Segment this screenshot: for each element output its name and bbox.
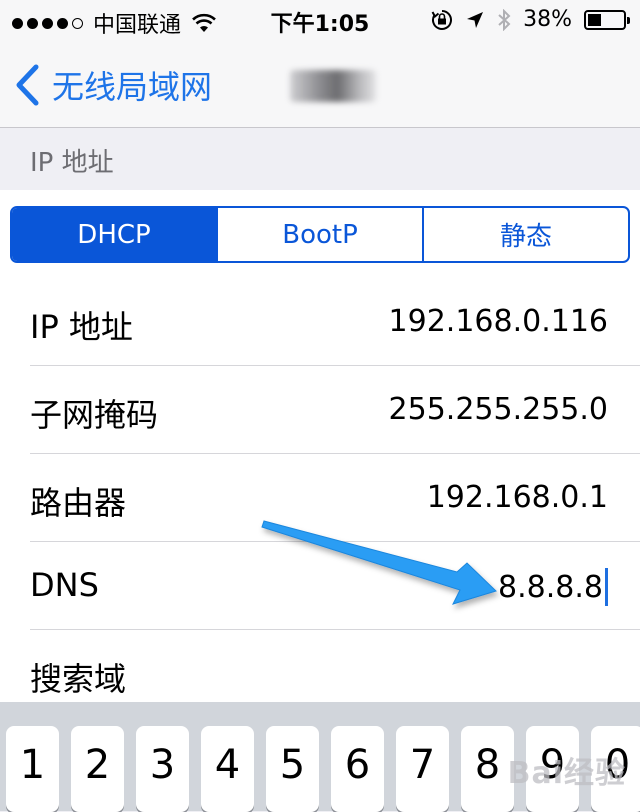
row-ip-address[interactable]: IP 地址 192.168.0.116	[0, 278, 640, 366]
key-7[interactable]: 7	[396, 726, 449, 812]
status-bar: 中国联通 下午1:05 38%	[0, 0, 640, 40]
row-subnet-mask[interactable]: 子网掩码 255.255.255.0	[0, 366, 640, 454]
network-name-blurred	[290, 70, 376, 102]
router-label: 路由器	[30, 484, 127, 522]
dns-label: DNS	[30, 566, 99, 604]
ip-mode-segmented-control: DHCP BootP 静态	[10, 206, 630, 263]
router-value: 192.168.0.1	[426, 480, 608, 515]
dns-field[interactable]: 8.8.8.8	[498, 568, 608, 606]
navigation-bar: 无线局域网	[0, 40, 640, 128]
key-2[interactable]: 2	[71, 726, 124, 812]
watermark: Bai经验	[507, 756, 626, 791]
numeric-keyboard: 1234567890 Bai经验	[0, 702, 640, 812]
chevron-left-icon	[16, 64, 39, 106]
key-6[interactable]: 6	[331, 726, 384, 812]
battery-level	[588, 13, 601, 26]
section-header-ip: IP 地址	[30, 148, 114, 178]
bluetooth-icon	[498, 8, 511, 31]
row-router[interactable]: 路由器 192.168.0.1	[0, 454, 640, 542]
ip-mode-panel: DHCP BootP 静态	[0, 190, 640, 278]
text-cursor	[605, 568, 608, 606]
subnet-mask-label: 子网掩码	[30, 396, 159, 434]
ip-details-list: IP 地址 192.168.0.116 子网掩码 255.255.255.0 路…	[0, 278, 640, 718]
search-domain-label: 搜索域	[30, 660, 127, 698]
segment-bootp[interactable]: BootP	[216, 208, 422, 261]
row-dns[interactable]: DNS 8.8.8.8	[0, 542, 640, 630]
battery-icon	[584, 9, 630, 30]
back-button[interactable]: 无线局域网	[14, 62, 212, 108]
key-1[interactable]: 1	[6, 726, 59, 812]
segment-dhcp[interactable]: DHCP	[12, 208, 216, 261]
back-button-label: 无线局域网	[52, 68, 213, 106]
key-5[interactable]: 5	[266, 726, 319, 812]
ip-address-label: IP 地址	[30, 308, 133, 346]
signal-dots-icon	[12, 17, 83, 29]
battery-percent: 38%	[523, 7, 572, 32]
key-8[interactable]: 8	[461, 726, 514, 812]
location-arrow-icon	[467, 11, 484, 28]
key-3[interactable]: 3	[136, 726, 189, 812]
subnet-mask-value: 255.255.255.0	[388, 392, 608, 427]
key-4[interactable]: 4	[201, 726, 254, 812]
segment-static[interactable]: 静态	[422, 208, 628, 261]
orientation-lock-icon	[431, 9, 453, 30]
wifi-icon	[192, 13, 216, 32]
ip-address-value: 192.168.0.116	[388, 304, 608, 339]
dns-value: 8.8.8.8	[498, 569, 603, 605]
carrier-name: 中国联通	[93, 13, 182, 38]
